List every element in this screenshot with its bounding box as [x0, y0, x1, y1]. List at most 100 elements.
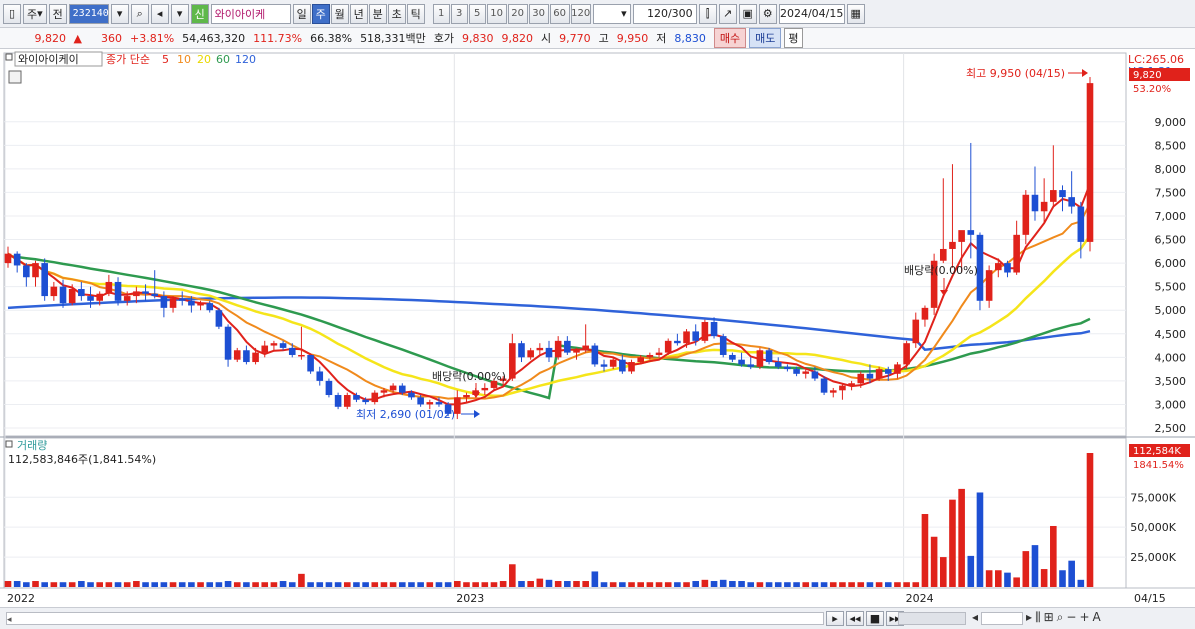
dividend-annotation-2024: 배당락(0.00%): [904, 264, 978, 277]
candle-body: [912, 319, 920, 344]
candle-body: [197, 303, 204, 306]
volume-bar: [1004, 572, 1011, 587]
step-forward-icon[interactable]: ▸: [826, 611, 844, 626]
volume-bar: [288, 582, 296, 587]
candle-body: [123, 296, 131, 301]
price-tick-label: 3,500: [1155, 375, 1187, 388]
volume-value: 54,463,320: [182, 31, 246, 45]
candle-body: [1040, 201, 1048, 212]
volume-bar: [151, 582, 159, 587]
font-size-icon[interactable]: A: [1093, 610, 1101, 625]
date-field[interactable]: 2024/04/15: [778, 3, 845, 24]
calculator-icon[interactable]: [8, 70, 22, 84]
average-button[interactable]: 평: [784, 28, 803, 48]
candle: [701, 319, 709, 344]
scroll-right-arrow-icon[interactable]: ▸: [1026, 610, 1032, 625]
zoom-slider[interactable]: [898, 612, 966, 625]
sell-button[interactable]: 매도: [749, 28, 782, 48]
period-tab-1[interactable]: 주: [311, 3, 330, 24]
volume-bar: [398, 582, 406, 587]
calendar-icon[interactable]: ▦: [846, 3, 865, 24]
interval-tab-60[interactable]: 60: [549, 3, 570, 24]
volume-bar: [1022, 551, 1030, 587]
chevron-down-icon[interactable]: ▾: [170, 3, 189, 24]
chart-type-icon[interactable]: ▯: [3, 3, 21, 24]
interval-tab-1[interactable]: 1: [432, 3, 450, 24]
volume-bar: [380, 582, 388, 587]
stop-icon[interactable]: ■: [866, 611, 884, 626]
interval-tab-5[interactable]: 5: [468, 3, 486, 24]
volume-bar: [316, 582, 324, 587]
volume-bar: [903, 582, 910, 587]
price-tick-label: 7,000: [1155, 210, 1187, 223]
stock-code-input[interactable]: 232140: [68, 3, 109, 24]
interval-tab-120[interactable]: 120: [570, 3, 591, 24]
prev-button[interactable]: 전: [48, 3, 67, 24]
dropdown-icon[interactable]: ▾: [110, 3, 129, 24]
toolbar: ▯ 주 ▾ 전 232140 ▾ ⌕ ◂ ▾ 신 와이아이케 일주월년분초틱 13…: [0, 0, 1195, 28]
volume-bar: [32, 581, 39, 587]
stock-name-field[interactable]: 와이아이케: [210, 3, 291, 24]
period-tab-5[interactable]: 초: [387, 3, 406, 24]
buy-button[interactable]: 매수: [713, 28, 747, 48]
search-icon[interactable]: ⌕: [130, 3, 149, 24]
zoom-out-icon[interactable]: −: [1066, 610, 1076, 625]
volume-bar: [160, 582, 168, 587]
gear-icon[interactable]: ⚙: [758, 3, 777, 24]
candle-body: [573, 350, 580, 353]
interval-tab-30[interactable]: 30: [528, 3, 549, 24]
candle-body: [701, 321, 709, 341]
speaker-icon[interactable]: ◂: [150, 3, 169, 24]
volume-bar: [59, 582, 67, 587]
candle-body: [536, 347, 544, 351]
volume-bar: [270, 582, 278, 587]
percent-tag: 53.20%: [1133, 84, 1171, 95]
period-tab-2[interactable]: 월: [330, 3, 349, 24]
low-annotation: 최저 2,690 (01/02): [356, 408, 455, 421]
volume-bar: [829, 582, 837, 587]
volume-bar: [1086, 453, 1094, 587]
chart-toggle-icon[interactable]: ⊞: [1044, 610, 1054, 625]
interval-select[interactable]: ▾: [592, 3, 631, 24]
candle-body: [169, 298, 177, 308]
zoom-in-icon[interactable]: +: [1079, 610, 1089, 625]
magnify-icon[interactable]: ⌕: [1057, 610, 1064, 625]
candle-body: [68, 289, 76, 304]
volume-bar: [591, 571, 599, 587]
rewind-icon[interactable]: ◂◂: [846, 611, 864, 626]
candle-icon[interactable]: ⫿: [698, 3, 717, 24]
period-tab-3[interactable]: 년: [349, 3, 368, 24]
scroll-track[interactable]: ◂: [6, 612, 824, 625]
market-type-select[interactable]: 주 ▾: [23, 3, 47, 24]
candle-body: [343, 395, 351, 407]
period-tab-6[interactable]: 틱: [406, 3, 425, 24]
volume-bar: [619, 582, 626, 587]
candle-body: [1068, 197, 1075, 207]
bars-icon[interactable]: ⫼: [1035, 610, 1041, 625]
range-box[interactable]: [981, 612, 1024, 625]
candle-body: [875, 369, 883, 379]
count-total: /300: [667, 7, 693, 20]
period-tab-4[interactable]: 분: [368, 3, 387, 24]
volume-bar: [1040, 569, 1048, 587]
save-icon[interactable]: ▣: [738, 3, 757, 24]
candle-body: [233, 350, 241, 360]
volume-bar: [839, 582, 846, 587]
interval-tab-20[interactable]: 20: [507, 3, 528, 24]
period-tab-0[interactable]: 일: [292, 3, 311, 24]
volume-bar: [371, 582, 379, 587]
candle: [343, 392, 351, 410]
volume-bar: [582, 581, 589, 587]
interval-tab-10[interactable]: 10: [486, 3, 507, 24]
scroll-left-arrow-icon[interactable]: ◂: [972, 610, 978, 625]
volume-bar: [197, 582, 204, 587]
volume-summary: 112,583,846주(1,841.54%): [8, 453, 156, 466]
count-field[interactable]: 120/300: [632, 3, 697, 24]
candle-body: [793, 369, 800, 374]
draw-icon[interactable]: ↗: [718, 3, 737, 24]
legend-ma60: 60: [216, 53, 230, 66]
dividend-annotation-2023: 배당락(0.00%): [432, 370, 506, 383]
scroll-left-icon: ◂: [7, 615, 12, 625]
interval-tab-3[interactable]: 3: [450, 3, 468, 24]
volume-bar: [417, 582, 424, 587]
